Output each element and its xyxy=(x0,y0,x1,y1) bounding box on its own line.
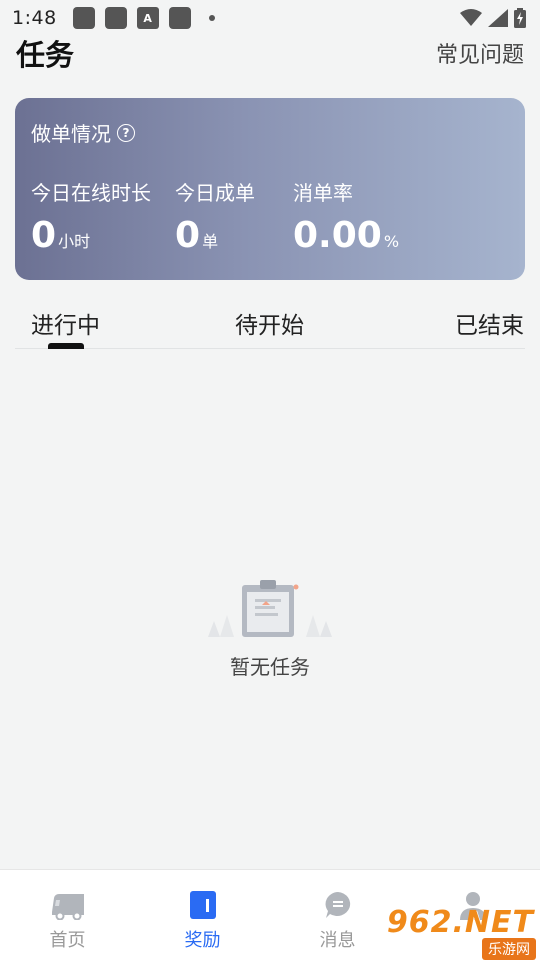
metric-unit: 小时 xyxy=(58,232,91,251)
tab-upcoming[interactable]: 待开始 xyxy=(235,298,304,340)
truck-icon xyxy=(50,888,86,922)
empty-state-text: 暂无任务 xyxy=(230,655,310,679)
nav-label: 奖励 xyxy=(184,930,221,951)
metric-orders-today: 今日成单 0 单 xyxy=(175,177,293,254)
metrics-row: 今日在线时长 0 小时 今日成单 0 单 消单率 0.00 % xyxy=(31,177,509,254)
app-square-icon xyxy=(104,7,127,29)
metric-label: 消单率 xyxy=(293,181,353,205)
metric-value: 0 xyxy=(31,215,57,256)
metric-value: 0 xyxy=(175,215,201,256)
empty-state: 暂无任务 xyxy=(0,575,540,685)
metric-unit: 单 xyxy=(202,232,219,251)
reward-card-icon xyxy=(185,888,221,922)
task-tabs: 进行中 待开始 已结束 xyxy=(15,298,525,349)
card-title: 做单情况 xyxy=(31,122,111,146)
nav-item-home[interactable]: 首页 xyxy=(0,870,135,960)
nav-label: 消息 xyxy=(319,930,356,951)
card-title-row: 做单情况 ? xyxy=(31,118,509,147)
page-title: 任务 xyxy=(16,38,75,72)
status-time: 1:48 xyxy=(12,7,57,29)
metric-label: 今日成单 xyxy=(175,181,255,205)
battery-charging-icon xyxy=(514,8,526,28)
tab-in-progress[interactable]: 进行中 xyxy=(15,298,102,340)
chat-bubble-icon xyxy=(320,888,356,922)
question-circle-icon[interactable]: ? xyxy=(117,123,135,142)
notification-icons: A xyxy=(72,7,215,29)
tab-label: 待开始 xyxy=(235,313,304,339)
a-font-icon: A xyxy=(136,7,159,29)
metric-value: 0.00 xyxy=(293,215,382,256)
metric-label: 今日在线时长 xyxy=(31,181,151,205)
nav-item-messages[interactable]: 消息 xyxy=(270,870,405,960)
metric-unit: % xyxy=(383,232,400,251)
active-tab-indicator xyxy=(48,343,84,349)
app-square-icon xyxy=(72,7,95,29)
header: 任务 常见问题 xyxy=(0,30,540,76)
dot-icon xyxy=(208,15,215,21)
nav-item-reward[interactable]: 奖励 xyxy=(135,870,270,960)
signal-icon xyxy=(488,9,508,27)
order-stats-card: 做单情况 ? 今日在线时长 0 小时 今日成单 0 单 消单率 0.00 % xyxy=(15,98,525,280)
tab-finished[interactable]: 已结束 xyxy=(455,298,525,340)
watermark: 962.NET 乐游网 xyxy=(387,902,540,960)
watermark-logo: 962.NET xyxy=(386,905,534,940)
system-icons xyxy=(460,8,526,28)
app-square-icon xyxy=(168,7,191,29)
clipboard-empty-icon xyxy=(208,580,332,637)
faq-link[interactable]: 常见问题 xyxy=(436,37,524,69)
metric-online-time: 今日在线时长 0 小时 xyxy=(31,177,175,254)
watermark-sub: 乐游网 xyxy=(482,938,536,960)
wifi-icon xyxy=(460,9,482,26)
tab-label: 进行中 xyxy=(31,313,100,339)
tab-label: 已结束 xyxy=(455,313,524,339)
nav-label: 首页 xyxy=(49,930,86,951)
metric-cancel-rate: 消单率 0.00 % xyxy=(293,177,413,254)
